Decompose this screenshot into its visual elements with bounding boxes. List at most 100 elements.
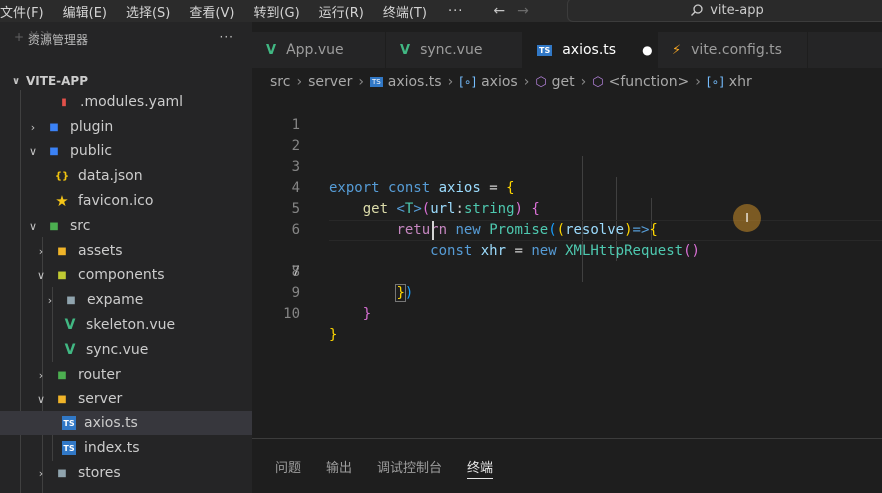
vue-file-icon: V bbox=[400, 42, 411, 58]
tree-item-favicon[interactable]: ★ favicon.ico bbox=[0, 189, 252, 213]
folder-router-icon: ■ bbox=[57, 369, 67, 381]
chevron-down-icon: ∨ bbox=[28, 144, 38, 158]
menu-run[interactable]: 运行(R) bbox=[319, 2, 364, 21]
tab-app-vue[interactable]: V App.vue bbox=[252, 32, 386, 68]
breadcrumb-xhr[interactable]: xhr bbox=[729, 74, 752, 90]
explorer-sidebar: + 关注 资源管理器 ··· ∨ VITE-APP ▮ .modules.yam… bbox=[0, 22, 252, 493]
tree-item-data-json[interactable]: {} data.json bbox=[0, 164, 252, 188]
menu-bar: 文件(F) 编辑(E) 选择(S) 查看(V) 转到(G) 运行(R) 终端(T… bbox=[0, 0, 882, 22]
ts-file-icon: TS bbox=[537, 44, 553, 56]
breadcrumb-function[interactable]: <function> bbox=[609, 74, 690, 90]
ts-file-icon: TS bbox=[62, 441, 76, 455]
breadcrumb-get[interactable]: get bbox=[552, 74, 575, 90]
code-line: 8 }) bbox=[252, 241, 882, 302]
tree-item-plugin[interactable]: › ■ plugin bbox=[0, 115, 252, 139]
chevron-right-icon: › bbox=[47, 293, 53, 307]
breadcrumb-file[interactable]: axios.ts bbox=[388, 74, 442, 90]
back-arrow-icon[interactable]: ← bbox=[493, 3, 505, 19]
chevron-down-icon: ∨ bbox=[36, 268, 46, 282]
breadcrumb-server[interactable]: server bbox=[308, 74, 352, 90]
unsaved-dot-icon[interactable]: ● bbox=[642, 43, 652, 57]
tab-vite-config[interactable]: ⚡ vite.config.ts bbox=[658, 32, 808, 68]
code-editor[interactable]: 1 2 3 export const axios = { 4 get <T>(u… bbox=[252, 93, 882, 438]
tree-item-src[interactable]: ∨ ■ src bbox=[0, 214, 252, 238]
vue-file-icon: V bbox=[266, 42, 277, 58]
tree-item-public[interactable]: ∨ ■ public bbox=[0, 139, 252, 163]
search-text: vite-app bbox=[710, 2, 764, 18]
vue-file-icon: V bbox=[64, 317, 76, 333]
breadcrumb-src[interactable]: src bbox=[270, 74, 290, 90]
tree-item-sync-vue[interactable]: V sync.vue bbox=[0, 338, 252, 362]
menu-view[interactable]: 查看(V) bbox=[189, 2, 234, 21]
tab-label: sync.vue bbox=[420, 42, 483, 58]
tree-item-router[interactable]: › ■ router bbox=[0, 363, 252, 387]
ts-file-icon: TS bbox=[370, 77, 383, 87]
code-line: 6 const xhr = new XMLHttpRequest() bbox=[252, 199, 882, 259]
star-icon: ★ bbox=[55, 192, 69, 210]
menu-edit[interactable]: 编辑(E) bbox=[63, 2, 107, 21]
menu-go[interactable]: 转到(G) bbox=[253, 2, 299, 21]
tree-item-label: .modules.yaml bbox=[80, 94, 184, 110]
tab-sync-vue[interactable]: V sync.vue bbox=[386, 32, 523, 68]
tab-label: vite.config.ts bbox=[691, 42, 782, 58]
menu-terminal[interactable]: 终端(T) bbox=[383, 2, 427, 21]
variable-icon: [∘] bbox=[459, 75, 477, 89]
tree-item-skeleton-vue[interactable]: V skeleton.vue bbox=[0, 313, 252, 337]
chevron-right-icon: › bbox=[580, 74, 587, 90]
tree-item-components[interactable]: ∨ ■ components bbox=[0, 263, 252, 287]
menu-file[interactable]: 文件(F) bbox=[0, 2, 44, 21]
panel-tab-output[interactable]: 输出 bbox=[326, 457, 352, 476]
yaml-file-icon: ▮ bbox=[61, 96, 67, 108]
project-name: VITE-APP bbox=[26, 74, 88, 88]
folder-public-icon: ■ bbox=[49, 145, 59, 157]
tree-item-stores[interactable]: › ■ stores bbox=[0, 461, 252, 485]
explorer-more-button[interactable]: ··· bbox=[220, 30, 234, 44]
chevron-right-icon: › bbox=[523, 74, 530, 90]
line-number: 10 bbox=[283, 306, 300, 322]
panel-tab-terminal[interactable]: 终端 bbox=[467, 457, 494, 479]
tree-item-label: components bbox=[78, 267, 165, 283]
tree-item-expame[interactable]: › ■ expame bbox=[0, 288, 252, 312]
tree-item-label: favicon.ico bbox=[78, 193, 154, 209]
editor-tabs: V App.vue V sync.vue TS axios.ts ● ⚡ vit… bbox=[252, 32, 882, 68]
menu-selection[interactable]: 选择(S) bbox=[126, 2, 170, 21]
menu-more[interactable]: ··· bbox=[448, 4, 463, 19]
breadcrumb-axios[interactable]: axios bbox=[481, 74, 518, 90]
tree-item-assets[interactable]: › ■ assets bbox=[0, 239, 252, 263]
forward-arrow-icon[interactable]: → bbox=[517, 3, 529, 19]
tab-label: axios.ts bbox=[562, 42, 617, 58]
code-line: 5 return new Promise((resolve)=>{ bbox=[252, 178, 882, 238]
chevron-right-icon: › bbox=[695, 74, 701, 90]
search-icon bbox=[691, 4, 703, 16]
chevron-right-icon: › bbox=[447, 74, 454, 90]
tree-item-label: sync.vue bbox=[86, 342, 149, 358]
folder-src-icon: ■ bbox=[49, 220, 59, 232]
code-text: } bbox=[329, 327, 338, 343]
function-cube-icon: ⬡ bbox=[592, 74, 604, 90]
tree-item-index-ts[interactable]: TS index.ts bbox=[0, 436, 252, 460]
folder-plugin-icon: ■ bbox=[49, 121, 59, 133]
panel-tab-debug-console[interactable]: 调试控制台 bbox=[377, 457, 442, 476]
ts-file-icon: TS bbox=[62, 416, 76, 430]
tree-item-label: index.ts bbox=[84, 440, 140, 456]
folder-components-icon: ■ bbox=[57, 269, 67, 281]
mouse-cursor-highlight: I bbox=[733, 204, 761, 232]
command-center-search[interactable]: vite-app bbox=[567, 0, 882, 22]
chevron-right-icon: › bbox=[38, 466, 44, 480]
tree-item-server[interactable]: ∨ ■ server bbox=[0, 387, 252, 411]
project-root[interactable]: ∨ VITE-APP bbox=[0, 70, 88, 92]
tree-item-modules-yaml[interactable]: ▮ .modules.yaml bbox=[0, 90, 252, 114]
code-line: 3 export const axios = { bbox=[252, 136, 882, 196]
tab-axios-ts[interactable]: TS axios.ts ● bbox=[523, 32, 658, 68]
code-line: 2 bbox=[252, 115, 882, 154]
panel-tab-problems[interactable]: 问题 bbox=[275, 457, 301, 476]
code-line: 4 get <T>(url:string) { bbox=[252, 157, 882, 217]
tree-item-label: skeleton.vue bbox=[86, 317, 176, 333]
code-line-current: 7 bbox=[252, 220, 882, 280]
tree-item-axios-ts[interactable]: TS axios.ts bbox=[0, 411, 252, 435]
chevron-right-icon: › bbox=[358, 74, 364, 90]
lightning-icon: ⚡ bbox=[672, 42, 682, 58]
chevron-right-icon: › bbox=[38, 244, 44, 258]
folder-assets-icon: ■ bbox=[57, 245, 67, 257]
chevron-right-icon: › bbox=[30, 120, 36, 134]
